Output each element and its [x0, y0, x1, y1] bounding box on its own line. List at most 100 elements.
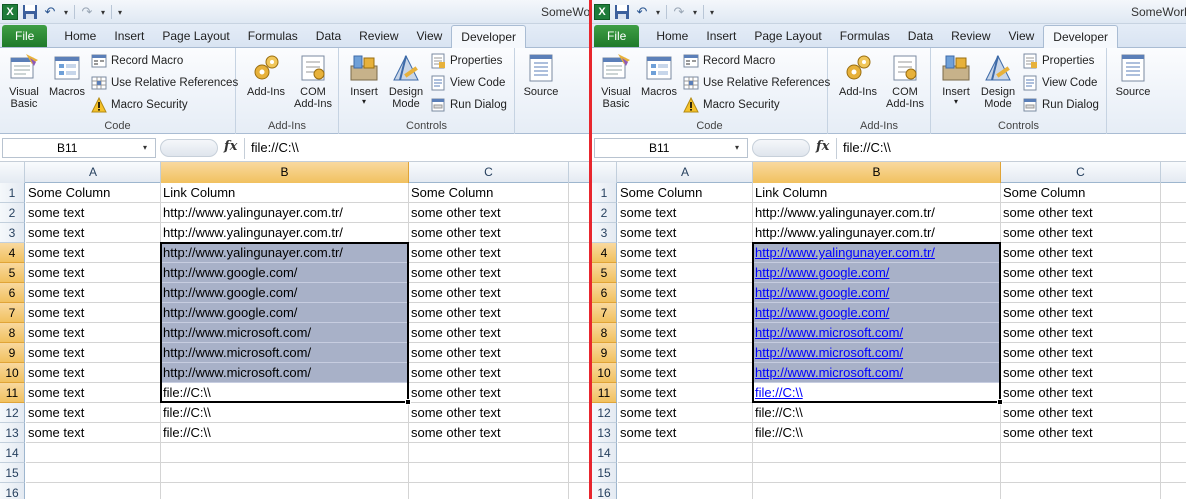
cell-c1[interactable]: Some Column — [1001, 183, 1161, 203]
row-header[interactable]: 10 — [0, 363, 25, 383]
cell-a6[interactable]: some text — [26, 283, 161, 303]
row-header[interactable]: 6 — [592, 283, 617, 303]
column-header-a[interactable]: A — [26, 162, 161, 183]
cell-c15[interactable] — [1001, 463, 1161, 483]
tab-file[interactable]: File — [2, 25, 48, 47]
formula-input[interactable]: file://C:\\ — [244, 138, 590, 159]
cell-next-column[interactable] — [1161, 263, 1186, 283]
row-header[interactable]: 5 — [0, 263, 25, 283]
row-header[interactable]: 1 — [592, 183, 617, 203]
cell-c15[interactable] — [409, 463, 569, 483]
tab-insert[interactable]: Insert — [105, 25, 153, 47]
cell-a2[interactable]: some text — [26, 203, 161, 223]
design-mode-button[interactable]: Design Mode — [385, 52, 427, 110]
cell-next-column[interactable] — [569, 203, 590, 223]
cell-a3[interactable]: some text — [618, 223, 753, 243]
cell-next-column[interactable] — [569, 483, 590, 499]
tab-home[interactable]: Home — [647, 25, 697, 47]
cell-a10[interactable]: some text — [618, 363, 753, 383]
row-header[interactable]: 15 — [0, 463, 25, 483]
cell-next-column[interactable] — [569, 223, 590, 243]
cell-next-column[interactable] — [569, 423, 590, 443]
cell-a13[interactable]: some text — [26, 423, 161, 443]
row-header[interactable]: 13 — [592, 423, 617, 443]
cell-b12[interactable]: file://C:\\ — [161, 403, 409, 423]
add-ins-button[interactable]: Add-Ins — [244, 52, 288, 98]
cell-c8[interactable]: some other text — [1001, 323, 1161, 343]
view-code-button[interactable]: View Code — [430, 73, 505, 93]
cell-a6[interactable]: some text — [618, 283, 753, 303]
cell-next-column[interactable] — [1161, 463, 1186, 483]
cell-a1[interactable]: Some Column — [26, 183, 161, 203]
tab-formulas[interactable]: Formulas — [239, 25, 307, 47]
record-macro-button[interactable]: Record Macro — [91, 51, 183, 71]
save-icon[interactable] — [22, 4, 38, 20]
use-relative-references-button[interactable]: Use Relative References — [91, 73, 238, 93]
record-macro-button[interactable]: Record Macro — [683, 51, 775, 71]
insert-control-button[interactable]: Insert ▾ — [936, 52, 976, 106]
cell-a16[interactable] — [26, 483, 161, 499]
cell-b13[interactable]: file://C:\\ — [753, 423, 1001, 443]
cell-c16[interactable] — [1001, 483, 1161, 499]
cell-c8[interactable]: some other text — [409, 323, 569, 343]
tab-insert[interactable]: Insert — [697, 25, 745, 47]
cell-c11[interactable]: some other text — [1001, 383, 1161, 403]
cell-b1[interactable]: Link Column — [753, 183, 1001, 203]
row-header[interactable]: 9 — [0, 343, 25, 363]
row-header[interactable]: 2 — [0, 203, 25, 223]
cell-b8[interactable]: http://www.microsoft.com/ — [161, 323, 409, 343]
excel-icon[interactable]: X — [2, 4, 18, 20]
formula-bar-grip[interactable] — [160, 139, 218, 157]
redo-icon[interactable]: ↷ — [79, 4, 95, 20]
cell-c6[interactable]: some other text — [409, 283, 569, 303]
use-relative-references-button[interactable]: Use Relative References — [683, 73, 830, 93]
cell-b6[interactable]: http://www.google.com/ — [753, 283, 1001, 303]
column-header-a[interactable]: A — [618, 162, 753, 183]
xml-source-button[interactable]: Source — [519, 52, 563, 98]
redo-dropdown-icon[interactable]: ▾ — [691, 8, 699, 17]
cell-b7[interactable]: http://www.google.com/ — [753, 303, 1001, 323]
row-header[interactable]: 7 — [0, 303, 25, 323]
properties-button[interactable]: Properties — [1022, 51, 1094, 71]
cell-a14[interactable] — [26, 443, 161, 463]
row-header[interactable]: 12 — [592, 403, 617, 423]
cell-c3[interactable]: some other text — [409, 223, 569, 243]
cell-b11[interactable]: file://C:\\ — [161, 383, 409, 403]
row-header[interactable]: 1 — [0, 183, 25, 203]
insert-function-icon[interactable]: fx — [816, 139, 829, 154]
undo-dropdown-icon[interactable]: ▾ — [62, 8, 70, 17]
row-header[interactable]: 7 — [592, 303, 617, 323]
cell-next-column[interactable] — [569, 263, 590, 283]
cell-next-column[interactable] — [1161, 343, 1186, 363]
cell-b16[interactable] — [753, 483, 1001, 499]
cell-next-column[interactable] — [569, 283, 590, 303]
column-header-c[interactable]: C — [1001, 162, 1161, 183]
macros-button[interactable]: Macros — [638, 52, 680, 98]
cell-b9[interactable]: http://www.microsoft.com/ — [753, 343, 1001, 363]
cell-a11[interactable]: some text — [26, 383, 161, 403]
cell-a15[interactable] — [26, 463, 161, 483]
xml-source-button[interactable]: Source — [1111, 52, 1155, 98]
cell-c7[interactable]: some other text — [409, 303, 569, 323]
cell-c7[interactable]: some other text — [1001, 303, 1161, 323]
cell-next-column[interactable] — [569, 383, 590, 403]
cell-next-column[interactable] — [569, 363, 590, 383]
row-header[interactable]: 3 — [0, 223, 25, 243]
visual-basic-button[interactable]: Visual Basic — [596, 52, 636, 110]
cell-a7[interactable]: some text — [26, 303, 161, 323]
cell-next-column[interactable] — [1161, 183, 1186, 203]
cell-b6[interactable]: http://www.google.com/ — [161, 283, 409, 303]
cell-a12[interactable]: some text — [26, 403, 161, 423]
cell-c14[interactable] — [409, 443, 569, 463]
tab-data[interactable]: Data — [307, 25, 350, 47]
macro-security-button[interactable]: Macro Security — [91, 95, 188, 115]
macros-button[interactable]: Macros — [46, 52, 88, 98]
cell-c12[interactable]: some other text — [1001, 403, 1161, 423]
cell-a8[interactable]: some text — [618, 323, 753, 343]
cell-b5[interactable]: http://www.google.com/ — [753, 263, 1001, 283]
cell-b14[interactable] — [753, 443, 1001, 463]
row-header[interactable]: 16 — [0, 483, 25, 499]
name-box-dropdown-icon[interactable]: ▾ — [143, 138, 147, 158]
cell-a2[interactable]: some text — [618, 203, 753, 223]
cell-c2[interactable]: some other text — [409, 203, 569, 223]
